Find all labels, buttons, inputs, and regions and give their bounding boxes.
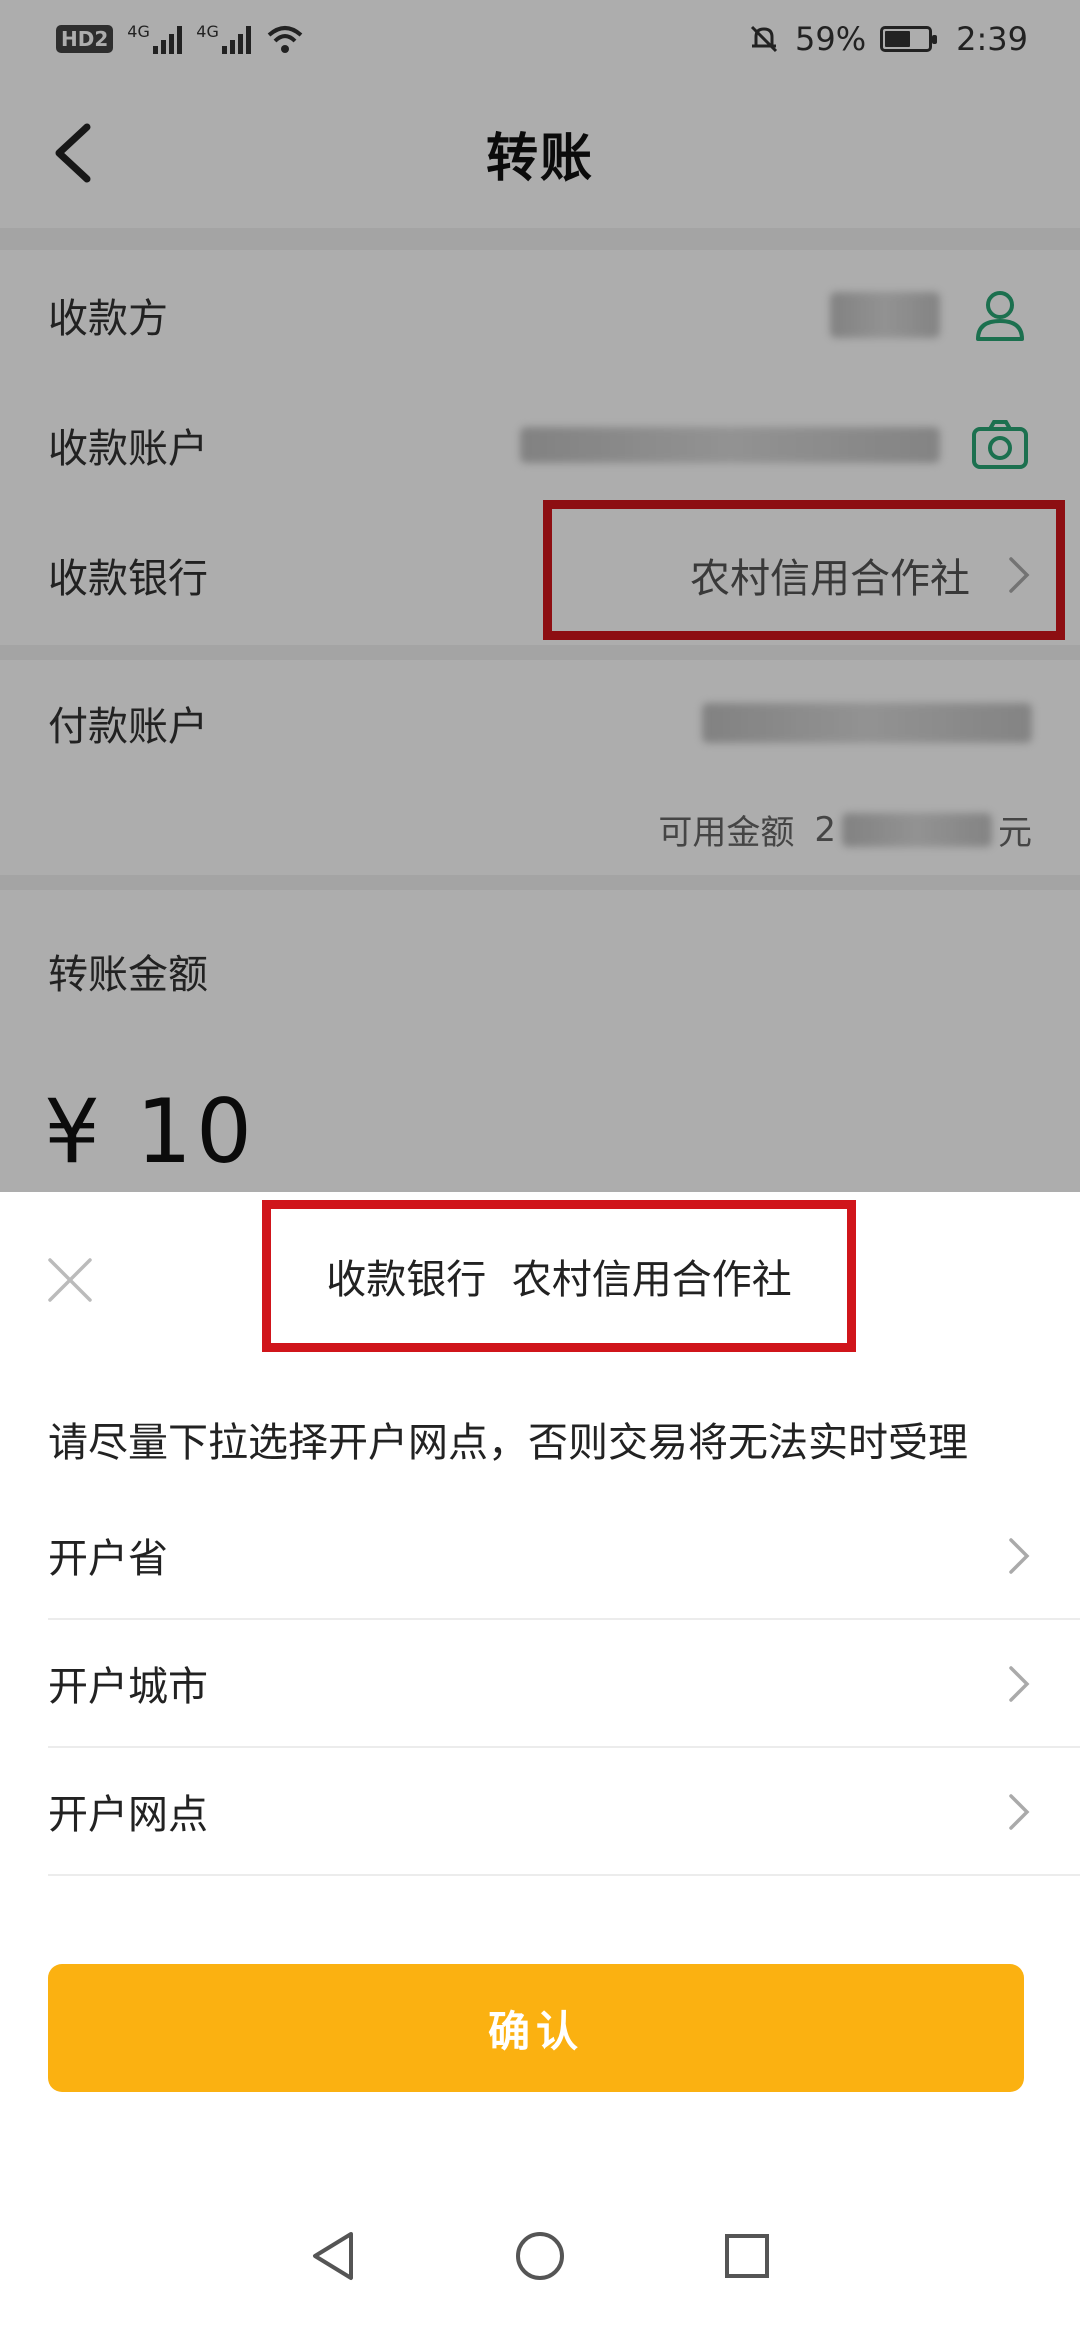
branch-hint: 请尽量下拉选择开户网点，否则交易将无法实时受理 — [48, 1420, 968, 1466]
screen: HD2 4G 4G 59% 2:39 转账 收款方 收款账户 收款银行 农村信用… — [0, 0, 1080, 2340]
nav-back-button[interactable] — [297, 2220, 369, 2292]
chevron-right-icon — [1009, 1538, 1030, 1574]
sheet-title-highlight: 收款银行 农村信用合作社 — [262, 1200, 856, 1352]
bank-branch-sheet: 收款银行 农村信用合作社 请尽量下拉选择开户网点，否则交易将无法实时受理 开户省… — [0, 1192, 1080, 2340]
picker-province-label: 开户省 — [48, 1536, 168, 1582]
close-icon[interactable] — [44, 1254, 96, 1306]
nav-recent-button[interactable] — [711, 2220, 783, 2292]
modal-dim-overlay[interactable] — [0, 0, 1080, 1192]
nav-home-icon — [515, 2232, 564, 2280]
chevron-right-icon — [1009, 1666, 1030, 1702]
nav-back-icon — [313, 2232, 354, 2280]
picker-city[interactable]: 开户城市 — [48, 1620, 1080, 1748]
confirm-button[interactable]: 确认 — [48, 1964, 1024, 2092]
sheet-title: 收款银行 农村信用合作社 — [326, 1257, 792, 1303]
picker-city-label: 开户城市 — [48, 1664, 208, 1710]
nav-recent-icon — [724, 2234, 769, 2278]
chevron-right-icon — [1009, 1794, 1030, 1830]
picker-branch-label: 开户网点 — [48, 1792, 208, 1838]
picker-province[interactable]: 开户省 — [48, 1492, 1080, 1620]
confirm-label: 确认 — [487, 2006, 584, 2056]
picker-branch[interactable]: 开户网点 — [48, 1748, 1080, 1876]
nav-home-button[interactable] — [504, 2220, 576, 2292]
system-navbar — [0, 2172, 1080, 2340]
